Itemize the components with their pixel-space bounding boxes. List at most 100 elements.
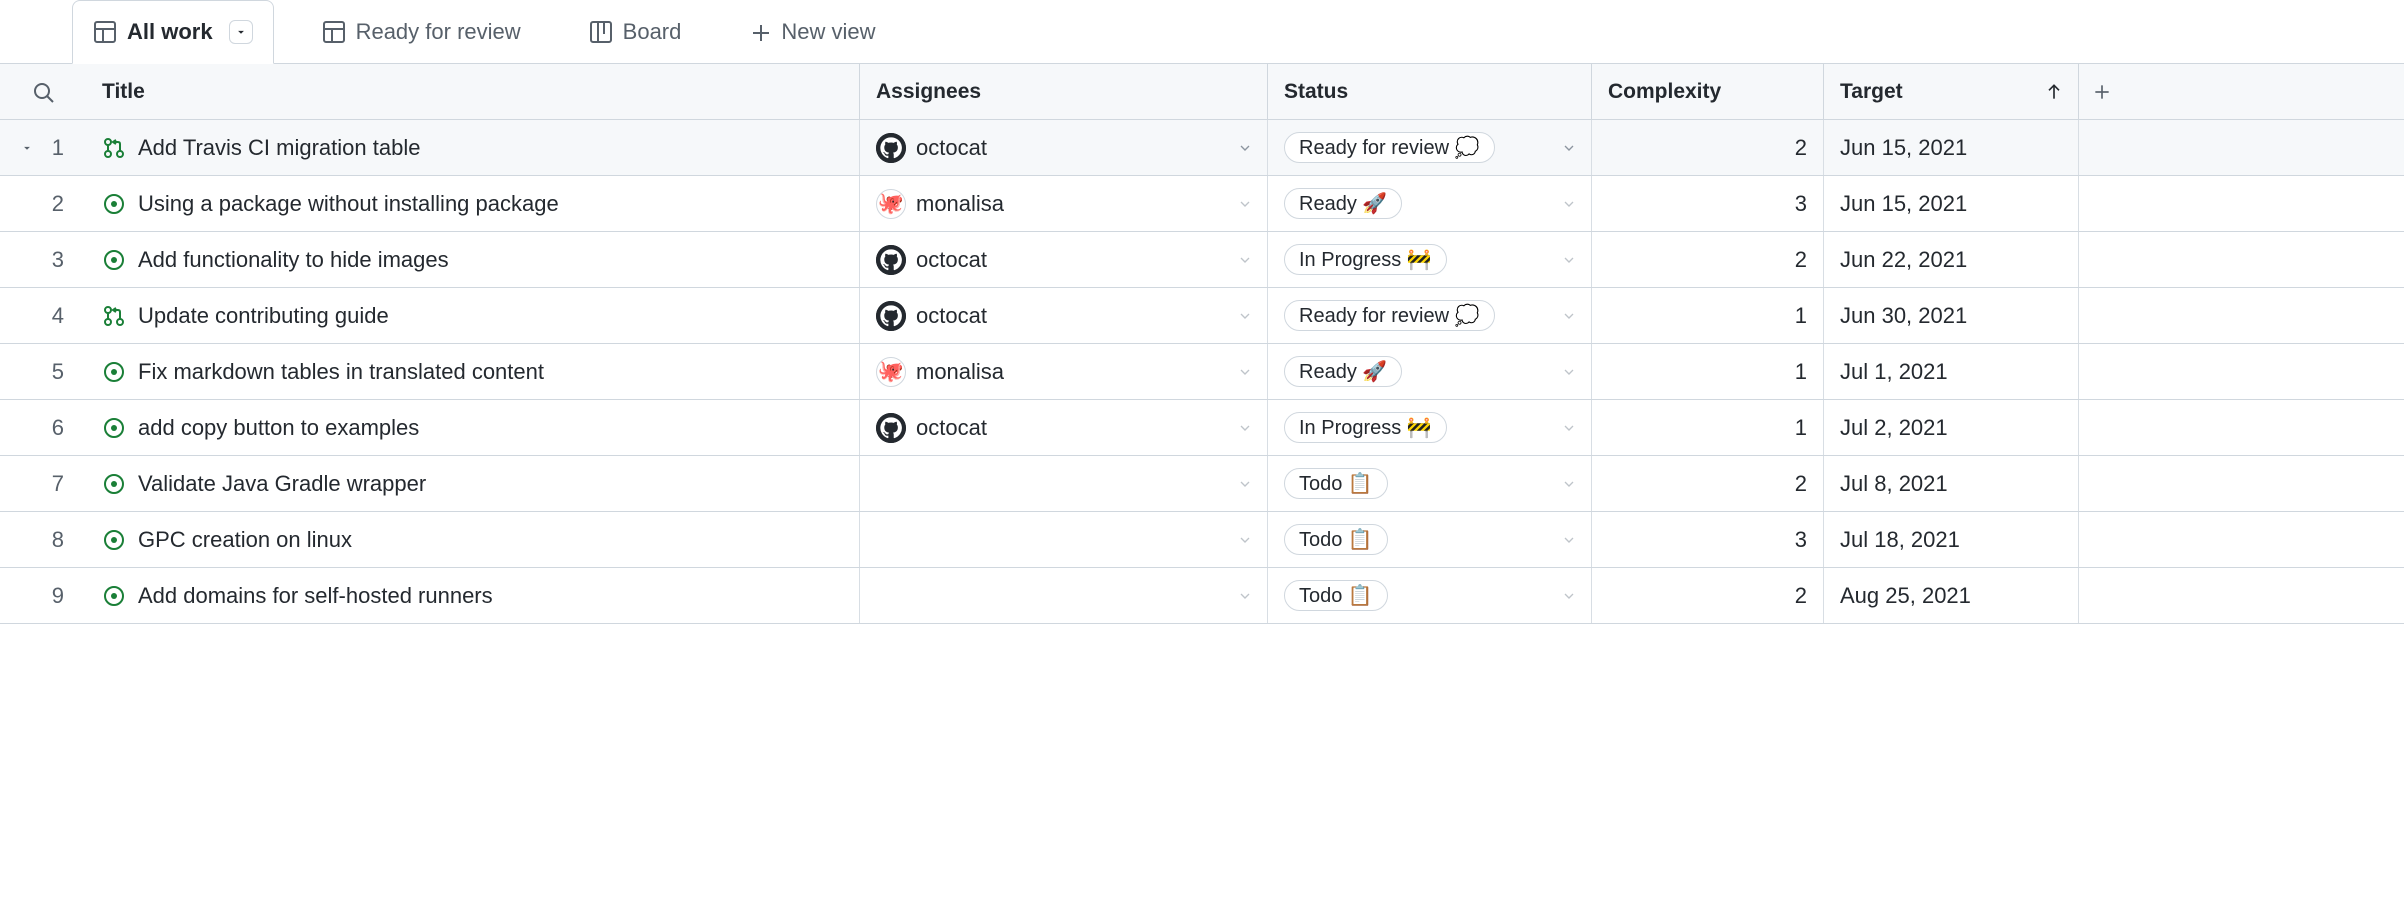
cell-status[interactable]: Ready 🚀 (1267, 176, 1591, 231)
cell-complexity[interactable]: 3 (1591, 176, 1823, 231)
cell-status[interactable]: Todo 📋 (1267, 456, 1591, 511)
cell-assignees[interactable]: octocat (859, 400, 1267, 455)
column-header-target[interactable]: Target (1823, 64, 2078, 119)
cell-complexity[interactable]: 2 (1591, 456, 1823, 511)
cell-status[interactable]: Todo 📋 (1267, 512, 1591, 567)
cell-target[interactable]: Jun 15, 2021 (1823, 120, 2078, 175)
chevron-down-icon[interactable] (1237, 476, 1253, 492)
cell-target[interactable]: Aug 25, 2021 (1823, 568, 2078, 623)
cell-assignees[interactable]: octocat (859, 288, 1267, 343)
cell-target[interactable]: Jul 2, 2021 (1823, 400, 2078, 455)
cell-complexity[interactable]: 1 (1591, 400, 1823, 455)
table-row[interactable]: 2Using a package without installing pack… (0, 176, 2404, 232)
table-row[interactable]: 7Validate Java Gradle wrapperTodo 📋2Jul … (0, 456, 2404, 512)
add-column-button[interactable] (2078, 64, 2124, 119)
status-badge: Ready 🚀 (1284, 356, 1402, 387)
chevron-down-icon[interactable] (1237, 308, 1253, 324)
table-row[interactable]: 8GPC creation on linux Todo 📋3Jul 18, 202… (0, 512, 2404, 568)
chevron-down-icon[interactable] (1237, 252, 1253, 268)
cell-target[interactable]: Jun 15, 2021 (1823, 176, 2078, 231)
cell-title[interactable]: Validate Java Gradle wrapper (86, 456, 859, 511)
table-row[interactable]: 1Add Travis CI migration tableoctocatRea… (0, 120, 2404, 176)
cell-title[interactable]: Fix markdown tables in translated conten… (86, 344, 859, 399)
issue-opened-icon (102, 248, 126, 272)
column-header-assignees[interactable]: Assignees (859, 64, 1267, 119)
column-header-complexity[interactable]: Complexity (1591, 64, 1823, 119)
cell-assignees[interactable]: 🐙monalisa (859, 344, 1267, 399)
chevron-down-icon[interactable] (1237, 140, 1253, 156)
row-number: 2 (0, 176, 86, 231)
cell-complexity[interactable]: 3 (1591, 512, 1823, 567)
git-pull-request-icon (102, 136, 126, 160)
cell-status[interactable]: Ready for review 💭 (1267, 120, 1591, 175)
table-row[interactable]: 3Add functionality to hide imagesoctocat… (0, 232, 2404, 288)
chevron-down-icon[interactable] (1237, 364, 1253, 380)
chevron-down-icon[interactable] (20, 141, 34, 155)
chevron-down-icon[interactable] (1561, 420, 1577, 436)
tab-new-view[interactable]: New view (729, 0, 895, 64)
cell-title[interactable]: Add functionality to hide images (86, 232, 859, 287)
cell-status[interactable]: Ready for review 💭 (1267, 288, 1591, 343)
cell-extra (2078, 176, 2124, 231)
cell-status[interactable]: In Progress 🚧 (1267, 232, 1591, 287)
status-badge: Ready for review 💭 (1284, 300, 1495, 331)
table-row[interactable]: 5Fix markdown tables in translated conte… (0, 344, 2404, 400)
chevron-down-icon[interactable] (1561, 308, 1577, 324)
cell-target[interactable]: Jun 22, 2021 (1823, 232, 2078, 287)
sort-ascending-icon (2044, 82, 2064, 102)
chevron-down-icon[interactable] (1561, 196, 1577, 212)
cell-assignees[interactable] (859, 456, 1267, 511)
cell-target[interactable]: Jul 8, 2021 (1823, 456, 2078, 511)
git-pull-request-icon (102, 304, 126, 328)
table-row[interactable]: 6add copy button to examplesoctocatIn Pr… (0, 400, 2404, 456)
cell-complexity[interactable]: 1 (1591, 288, 1823, 343)
cell-title[interactable]: Using a package without installing packa… (86, 176, 859, 231)
column-header-title[interactable]: Title (86, 64, 859, 119)
chevron-down-icon[interactable] (1561, 532, 1577, 548)
cell-status[interactable]: Ready 🚀 (1267, 344, 1591, 399)
cell-assignees[interactable] (859, 512, 1267, 567)
cell-target[interactable]: Jul 1, 2021 (1823, 344, 2078, 399)
chevron-down-icon[interactable] (1237, 196, 1253, 212)
chevron-down-icon[interactable] (1237, 420, 1253, 436)
cell-complexity[interactable]: 2 (1591, 232, 1823, 287)
search-button[interactable] (0, 64, 86, 119)
row-number: 8 (0, 512, 86, 567)
cell-extra (2078, 568, 2124, 623)
chevron-down-icon[interactable] (1561, 588, 1577, 604)
table-icon (93, 20, 117, 44)
cell-complexity[interactable]: 2 (1591, 568, 1823, 623)
cell-complexity[interactable]: 2 (1591, 120, 1823, 175)
cell-status[interactable]: Todo 📋 (1267, 568, 1591, 623)
cell-assignees[interactable]: octocat (859, 232, 1267, 287)
cell-title[interactable]: GPC creation on linux (86, 512, 859, 567)
cell-assignees[interactable] (859, 568, 1267, 623)
table-row[interactable]: 9Add domains for self-hosted runnersTodo… (0, 568, 2404, 624)
chevron-down-icon[interactable] (1561, 140, 1577, 156)
cell-target[interactable]: Jul 18, 2021 (1823, 512, 2078, 567)
chevron-down-icon[interactable] (1561, 476, 1577, 492)
tab-menu-button[interactable] (229, 20, 253, 44)
cell-title[interactable]: Add domains for self-hosted runners (86, 568, 859, 623)
cell-assignees[interactable]: octocat (859, 120, 1267, 175)
row-number: 4 (0, 288, 86, 343)
chevron-down-icon[interactable] (1237, 532, 1253, 548)
table-row[interactable]: 4Update contributing guideoctocat Ready f… (0, 288, 2404, 344)
column-header-status[interactable]: Status (1267, 64, 1591, 119)
chevron-down-icon[interactable] (1561, 364, 1577, 380)
cell-status[interactable]: In Progress 🚧 (1267, 400, 1591, 455)
tab-ready-for-review[interactable]: Ready for review (302, 0, 541, 64)
cell-complexity[interactable]: 1 (1591, 344, 1823, 399)
issue-title: add copy button to examples (138, 415, 419, 441)
avatar (876, 133, 906, 163)
tab-all-work[interactable]: All work (72, 0, 274, 64)
tab-board[interactable]: Board (569, 0, 702, 64)
cell-target[interactable]: Jun 30, 2021 (1823, 288, 2078, 343)
cell-title[interactable]: Add Travis CI migration table (86, 120, 859, 175)
cell-assignees[interactable]: 🐙monalisa (859, 176, 1267, 231)
chevron-down-icon[interactable] (1237, 588, 1253, 604)
chevron-down-icon[interactable] (1561, 252, 1577, 268)
cell-title[interactable]: Update contributing guide (86, 288, 859, 343)
assignee-name: monalisa (916, 191, 1004, 217)
cell-title[interactable]: add copy button to examples (86, 400, 859, 455)
